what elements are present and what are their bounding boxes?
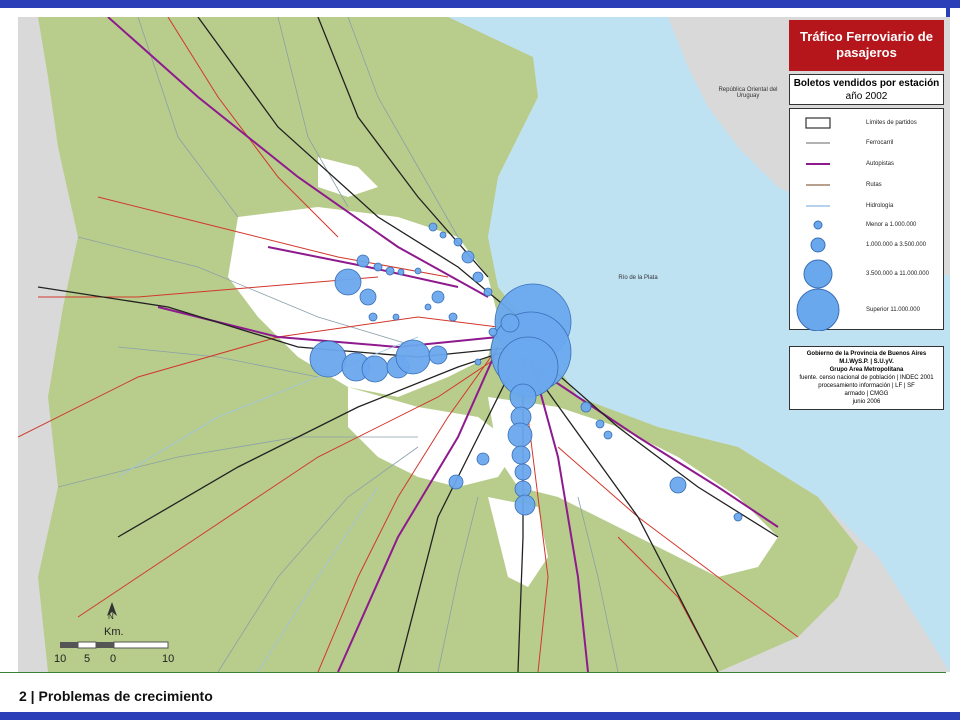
bottom-frame-bar bbox=[0, 712, 960, 720]
credits-line: Grupo Area Metropolitana bbox=[829, 367, 904, 373]
legend-credits: Gobierno de la Provincia de Buenos Aires… bbox=[789, 346, 944, 410]
scale-segment bbox=[60, 642, 78, 648]
credits-line: procesamiento información | LF | SF bbox=[818, 383, 915, 389]
credits-line: M.I.WyS.P. | S.U.yV. bbox=[839, 359, 894, 365]
uruguay-label: República Oriental del Uruguay bbox=[718, 87, 778, 99]
legend-symbols: Límites de partidos Ferrocarril Autopist… bbox=[789, 108, 944, 331]
top-frame-bar bbox=[0, 0, 960, 8]
legend-item-label: Hidrología bbox=[866, 203, 894, 209]
station-small-symbol bbox=[813, 220, 823, 230]
legend-panel: Tráfico Ferroviario de pasajeros Boletos… bbox=[789, 20, 944, 411]
legend-item-label: Límites de partidos bbox=[866, 120, 917, 126]
legend-item-label: Rutas bbox=[866, 182, 882, 188]
scale-tick: 5 bbox=[84, 653, 91, 665]
station-xlarge-symbol bbox=[796, 288, 840, 331]
station-large-symbol bbox=[803, 259, 833, 289]
legend-subtitle-box: Boletos vendidos por estación año 2002 bbox=[789, 74, 944, 105]
credits-line: armado | CMGG bbox=[844, 391, 889, 397]
boundary-symbol bbox=[805, 117, 831, 129]
scale-unit: Km. bbox=[104, 626, 124, 638]
map-panel: República Oriental del Uruguay Río de la… bbox=[18, 17, 950, 672]
legend-subtitle: Boletos vendidos por estación bbox=[793, 78, 940, 89]
credits-line: Gobierno de la Provincia de Buenos Aires bbox=[806, 351, 927, 357]
legend-title: Tráfico Ferroviario de pasajeros bbox=[789, 20, 944, 71]
legend-item-label: Autopistas bbox=[866, 161, 895, 167]
scale-segment bbox=[96, 642, 114, 648]
scale-tick: 0 bbox=[110, 653, 117, 665]
scale-segment bbox=[77, 641, 97, 649]
legend-item-label: Menor a 1.000.000 bbox=[866, 222, 917, 228]
north-label: N bbox=[108, 612, 114, 621]
legend-item-label: Superior 11.000.000 bbox=[866, 307, 920, 313]
legend-item-label: 1.000.000 a 3.500.000 bbox=[866, 242, 927, 248]
scale-tick: 10 bbox=[54, 653, 67, 665]
legend-item-label: Ferrocarril bbox=[866, 140, 894, 146]
credits-line: junio 2006 bbox=[852, 399, 881, 405]
scale-bar: N Km. 10 5 0 10 bbox=[40, 600, 180, 670]
scale-tick: 10 bbox=[162, 653, 175, 665]
legend-year: año 2002 bbox=[845, 91, 888, 102]
credits-line: fuente. censo nacional de población | IN… bbox=[799, 375, 934, 381]
river-label: Río de la Plata bbox=[618, 275, 658, 281]
scale-segment bbox=[113, 641, 169, 649]
footer-title: 2 | Problemas de crecimiento bbox=[19, 688, 213, 704]
legend-item-label: 3.500.000 a 11.000.000 bbox=[866, 271, 929, 277]
station-medium-symbol bbox=[810, 237, 826, 253]
